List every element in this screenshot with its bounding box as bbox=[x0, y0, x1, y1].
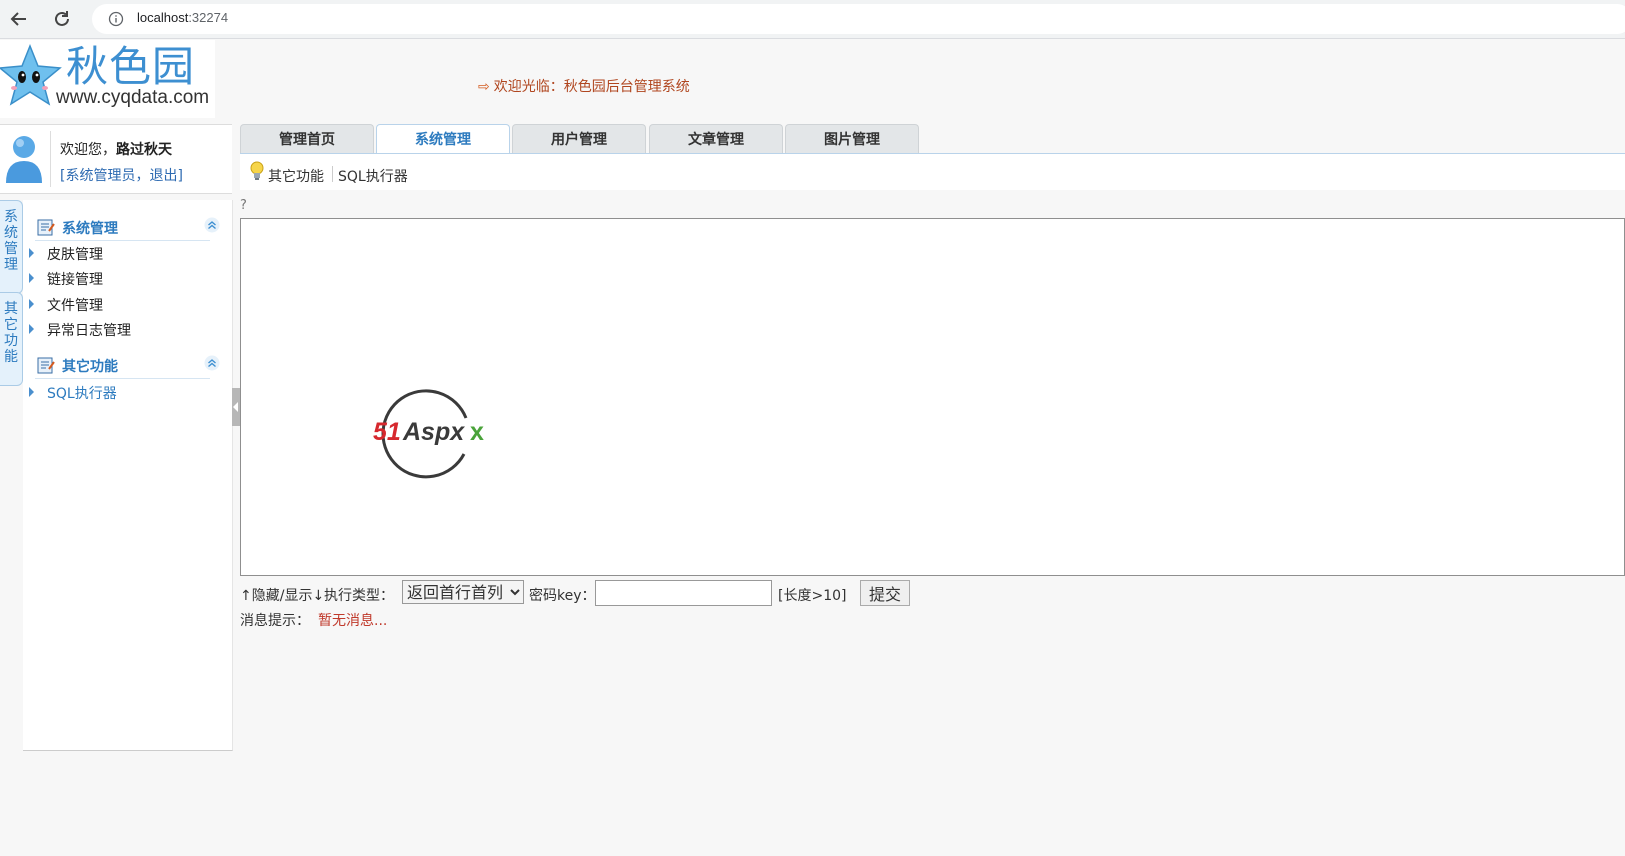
url-port: :32274 bbox=[188, 10, 229, 25]
sidebar-collapse-handle[interactable] bbox=[232, 388, 240, 426]
back-arrow-icon[interactable] bbox=[6, 6, 32, 32]
menu-item-error-log[interactable]: 异常日志管理 bbox=[29, 318, 219, 340]
menu-item-label: 文件管理 bbox=[47, 298, 103, 314]
url-text: localhost:32274 bbox=[137, 10, 228, 25]
bullet-arrow-icon bbox=[29, 299, 34, 309]
message-value: 暂无消息... bbox=[318, 613, 388, 629]
svg-text:51: 51 bbox=[373, 418, 401, 446]
password-key-input[interactable] bbox=[595, 580, 772, 606]
lightbulb-icon bbox=[250, 161, 264, 187]
bullet-arrow-icon bbox=[29, 248, 34, 258]
submit-button[interactable]: 提交 bbox=[860, 580, 910, 606]
tab-system[interactable]: 系统管理 bbox=[376, 124, 510, 155]
menu-item-label: SQL执行器 bbox=[47, 386, 117, 402]
tab-articles[interactable]: 文章管理 bbox=[649, 124, 783, 154]
exec-type-select[interactable]: 返回首行首列 bbox=[402, 580, 524, 604]
breadcrumb-divider bbox=[332, 166, 333, 182]
user-divider bbox=[50, 131, 51, 187]
menu-item-label: 异常日志管理 bbox=[47, 323, 131, 339]
role-link[interactable]: [系统管理员， bbox=[60, 168, 149, 184]
breadcrumb-current[interactable]: SQL执行器 bbox=[338, 166, 408, 186]
51aspx-watermark-icon: 51 Aspx x bbox=[372, 388, 496, 484]
logo-url: www.cyqdata.com bbox=[56, 87, 210, 108]
user-panel: 欢迎您，路过秋天 [系统管理员，退出] bbox=[0, 124, 232, 194]
menu-item-label: 皮肤管理 bbox=[47, 247, 103, 263]
user-avatar-icon bbox=[4, 133, 44, 189]
notepad-icon bbox=[37, 356, 55, 378]
logout-link[interactable]: 退出] bbox=[149, 168, 182, 184]
menu-section-title: 其它功能 bbox=[62, 359, 118, 375]
reload-icon[interactable] bbox=[49, 6, 75, 32]
menu-item-sql-executor[interactable]: SQL执行器 bbox=[29, 381, 219, 403]
menu-item-label: 链接管理 bbox=[47, 272, 103, 288]
help-question-mark: ? bbox=[240, 198, 247, 213]
exec-type-label: 执行类型： bbox=[324, 588, 394, 604]
logo-title: 秋色园 bbox=[66, 42, 196, 91]
menu-item-links[interactable]: 链接管理 bbox=[29, 267, 219, 289]
message-row: 消息提示： 暂无消息... bbox=[240, 610, 387, 630]
toggle-visibility-link[interactable]: ↑隐藏/显示↓ bbox=[240, 585, 324, 605]
menu-section-system[interactable]: 系统管理 bbox=[35, 214, 220, 241]
user-greeting: 欢迎您，路过秋天 bbox=[60, 139, 172, 159]
arrow-right-icon: ⇨ bbox=[478, 79, 490, 95]
user-name: 路过秋天 bbox=[116, 142, 172, 158]
svg-text:Aspx: Aspx bbox=[402, 418, 465, 446]
breadcrumb-section: 其它功能 bbox=[268, 169, 324, 185]
collapse-up-icon[interactable] bbox=[204, 217, 220, 237]
menu-item-files[interactable]: 文件管理 bbox=[29, 293, 219, 315]
menu-item-skin[interactable]: 皮肤管理 bbox=[29, 242, 219, 264]
bullet-arrow-icon bbox=[29, 273, 34, 283]
url-host: localhost bbox=[137, 10, 189, 25]
address-bar[interactable]: localhost:32274 bbox=[92, 4, 1625, 34]
menu-section-title: 系统管理 bbox=[62, 221, 118, 237]
tab-users[interactable]: 用户管理 bbox=[512, 124, 646, 154]
message-label: 消息提示： bbox=[240, 613, 310, 629]
side-tab-system[interactable]: 系统管理 bbox=[0, 200, 23, 294]
site-info-icon[interactable] bbox=[108, 11, 124, 31]
svg-text:x: x bbox=[470, 418, 484, 446]
site-logo: 秋色园 www.cyqdata.com bbox=[0, 40, 215, 118]
side-tab-column: 系统管理 其它功能 bbox=[0, 200, 23, 760]
side-tab-other[interactable]: 其它功能 bbox=[0, 292, 23, 386]
length-hint: [长度>10] bbox=[778, 588, 847, 604]
tab-home[interactable]: 管理首页 bbox=[240, 124, 374, 154]
star-mascot-icon bbox=[0, 43, 62, 116]
collapse-up-icon[interactable] bbox=[204, 355, 220, 375]
left-menu: 系统管理 皮肤管理 链接管理 文件管理 异常日志管理 其它功能 SQL执行器 bbox=[23, 200, 233, 751]
bullet-arrow-icon bbox=[29, 324, 34, 334]
welcome-message: ⇨ 欢迎光临：秋色园后台管理系统 bbox=[478, 76, 690, 96]
tab-images[interactable]: 图片管理 bbox=[785, 124, 919, 154]
browser-toolbar: localhost:32274 bbox=[0, 0, 1625, 39]
bullet-arrow-icon bbox=[29, 387, 34, 397]
menu-section-other[interactable]: 其它功能 bbox=[35, 352, 220, 379]
notepad-icon bbox=[37, 218, 55, 240]
welcome-text: 欢迎光临：秋色园后台管理系统 bbox=[493, 79, 690, 95]
breadcrumb: 其它功能 SQL执行器 bbox=[240, 154, 1625, 190]
user-links: [系统管理员，退出] bbox=[60, 165, 183, 185]
key-label: 密码key： bbox=[529, 588, 596, 604]
greeting-prefix: 欢迎您， bbox=[60, 142, 116, 158]
